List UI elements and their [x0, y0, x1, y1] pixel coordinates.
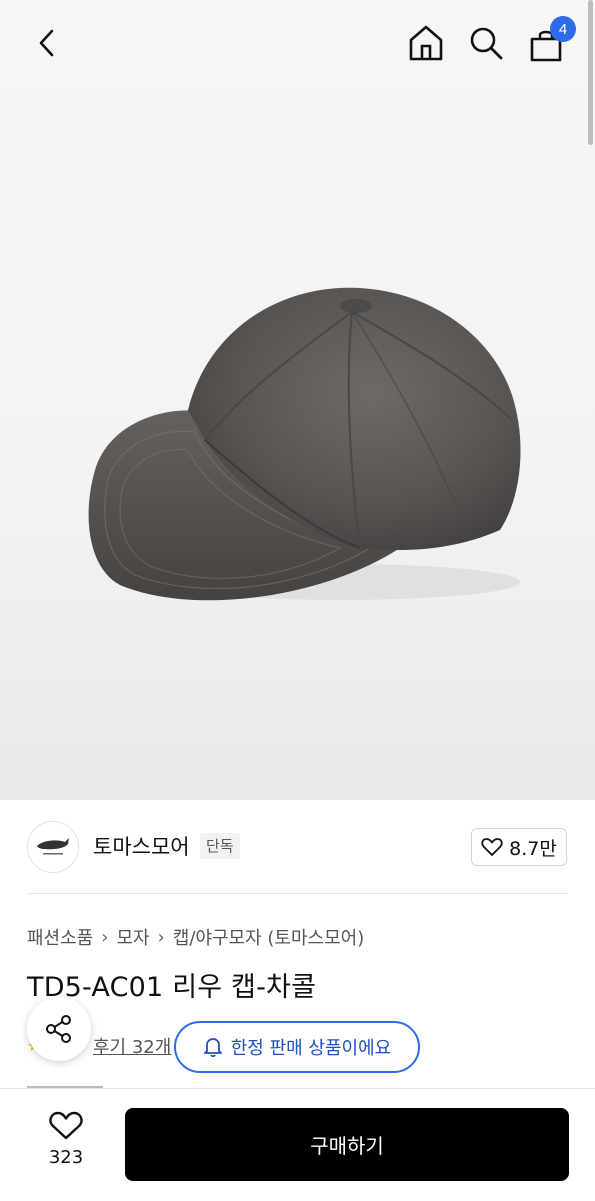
- heart-icon: [481, 838, 503, 856]
- cart-count-badge: 4: [550, 16, 576, 42]
- home-icon: [409, 25, 443, 61]
- bell-icon: [203, 1038, 222, 1058]
- divider: [27, 893, 568, 894]
- share-button[interactable]: [27, 997, 91, 1061]
- brand-like-button[interactable]: 8.7만: [471, 828, 567, 866]
- breadcrumb-item[interactable]: 모자: [116, 924, 149, 950]
- buy-button[interactable]: 구매하기: [125, 1108, 569, 1181]
- share-icon: [46, 1015, 71, 1043]
- search-icon: [470, 27, 503, 60]
- brand-like-count: 8.7만: [509, 837, 557, 860]
- brand-section: 토마스모어 단독 8.7만: [0, 800, 595, 894]
- product-image[interactable]: [0, 0, 595, 800]
- reviews-link[interactable]: 후기 32개: [93, 1033, 171, 1059]
- breadcrumb: 패션소품 › 모자 › 캡/야구모자 (토마스모어): [27, 924, 364, 950]
- back-button[interactable]: [30, 24, 64, 62]
- breadcrumb-item[interactable]: 패션소품: [27, 924, 93, 950]
- wishlist-count: 323: [48, 1147, 84, 1168]
- wishlist-button[interactable]: 323: [40, 1111, 92, 1168]
- cap-illustration: [88, 287, 521, 601]
- heart-icon: [49, 1111, 83, 1140]
- limited-sale-label: 한정 판매 상품이에요: [230, 1038, 392, 1059]
- limited-sale-notice: 한정 판매 상품이에요: [174, 1021, 420, 1073]
- breadcrumb-item[interactable]: 캡/야구모자 (토마스모어): [173, 924, 364, 950]
- chevron-left-icon: [39, 29, 54, 57]
- home-button[interactable]: [406, 22, 446, 64]
- brand-logo[interactable]: [27, 821, 79, 873]
- top-navigation-bar: 4: [0, 0, 595, 88]
- cart-button[interactable]: 4: [526, 16, 576, 64]
- scrollbar[interactable]: [588, 0, 593, 145]
- search-button[interactable]: [466, 22, 506, 64]
- chevron-right-icon: ›: [157, 926, 165, 948]
- brand-name[interactable]: 토마스모어: [93, 831, 190, 861]
- chevron-right-icon: ›: [101, 926, 109, 948]
- whale-logo-icon: [37, 838, 69, 855]
- bottom-action-bar: 323 구매하기: [0, 1088, 595, 1201]
- exclusive-badge: 단독: [200, 833, 240, 859]
